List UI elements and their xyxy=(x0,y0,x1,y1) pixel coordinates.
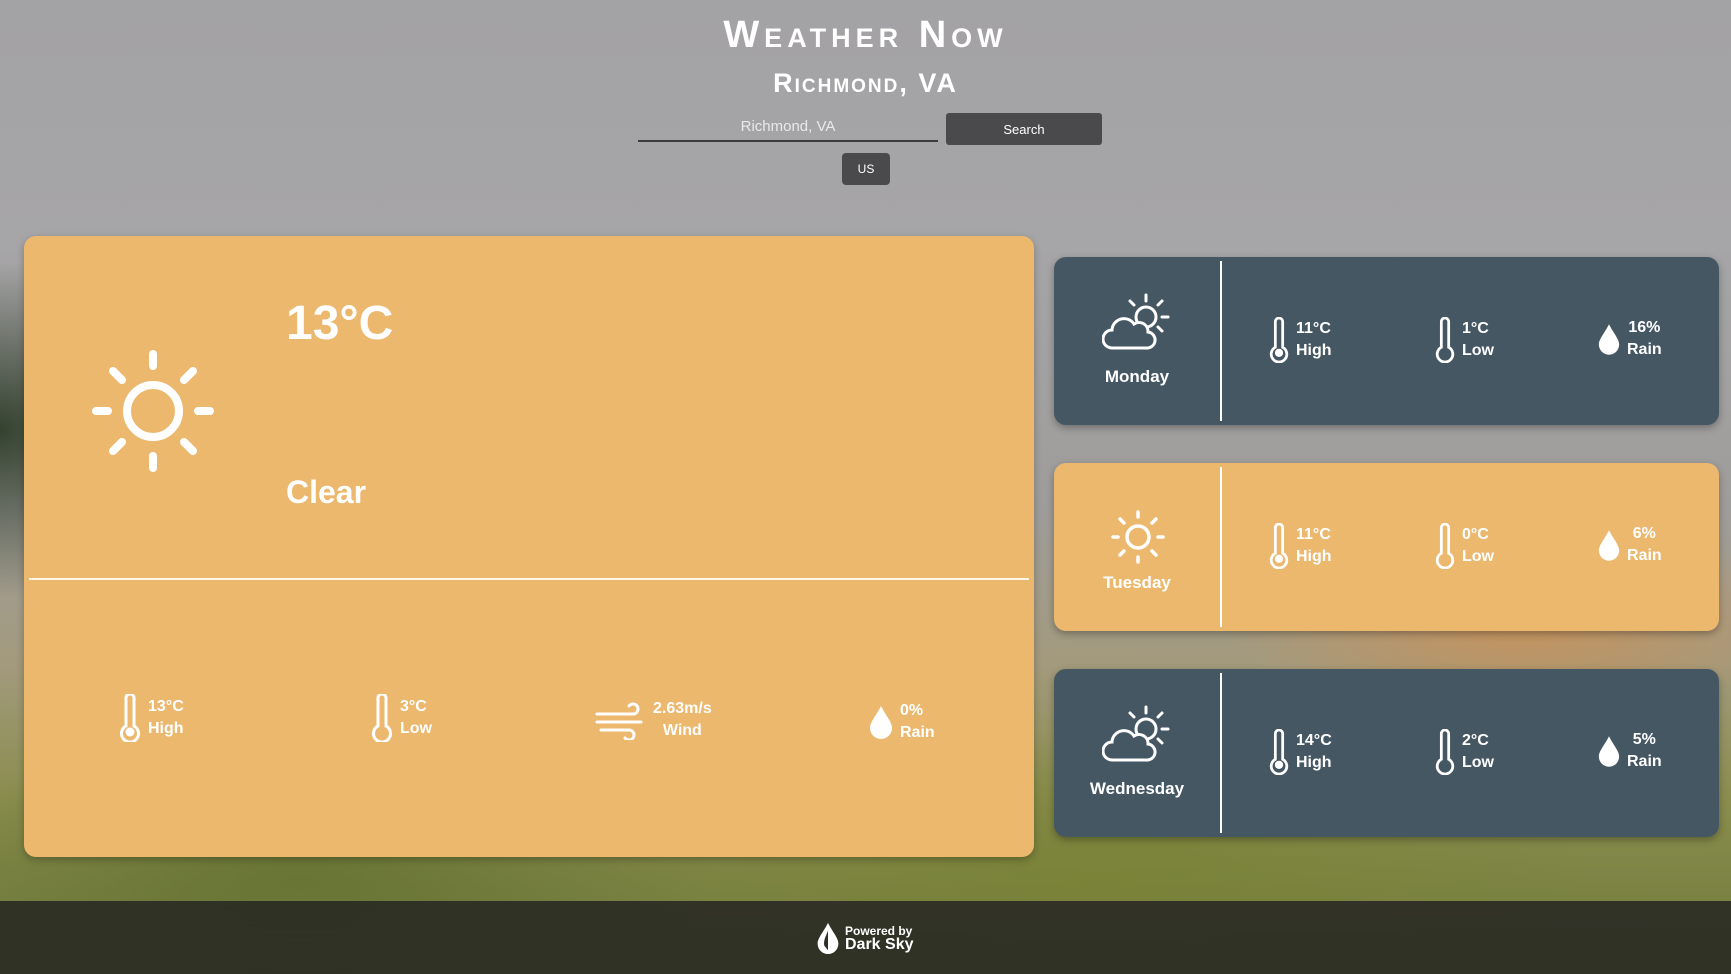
forecast-rain: 16% Rain xyxy=(1597,317,1662,361)
rain-label: Rain xyxy=(1627,341,1662,358)
wind-value: 2.63m/s xyxy=(653,700,712,717)
rain-value: 16% xyxy=(1628,319,1661,336)
forecast-day: Tuesday xyxy=(1103,573,1171,592)
raindrop-icon xyxy=(1598,736,1620,767)
current-temperature: 13°C xyxy=(286,297,394,350)
forecast-high: 14°C High xyxy=(1268,729,1332,775)
dark-sky-logo-icon xyxy=(817,922,839,955)
thermometer-icon xyxy=(372,694,392,742)
high-value: 11°C xyxy=(1296,320,1331,337)
partly-cloudy-icon xyxy=(1102,705,1170,762)
rain-value: 0% xyxy=(900,702,924,719)
forecast-low: 0°C Low xyxy=(1434,523,1494,569)
high-value: 11°C xyxy=(1296,526,1331,543)
forecast-rain: 5% Rain xyxy=(1597,729,1662,773)
thermometer-icon xyxy=(1435,729,1455,775)
forecast-card-monday: Monday 11°C High 1°C Low 16% Rain xyxy=(1054,257,1719,425)
rain-value: 5% xyxy=(1632,731,1656,748)
sun-icon xyxy=(92,350,214,472)
thermometer-icon xyxy=(120,694,140,742)
raindrop-icon xyxy=(870,706,892,739)
current-weather-card: 13°C Clear 13°C High 3°C Low 2.63m/s Win… xyxy=(24,236,1034,857)
low-label: Low xyxy=(1462,342,1494,359)
rain-label: Rain xyxy=(1627,753,1662,770)
forecast-day: Monday xyxy=(1104,367,1170,386)
forecast-low: 1°C Low xyxy=(1434,317,1494,363)
divider xyxy=(1220,261,1222,421)
current-summary: Clear xyxy=(286,474,367,510)
low-value: 2°C xyxy=(1462,732,1489,749)
forecast-low: 2°C Low xyxy=(1434,729,1494,775)
high-value: 14°C xyxy=(1296,732,1332,749)
current-low: 3°C Low xyxy=(370,694,432,742)
low-value: 3°C xyxy=(400,698,427,715)
search-button[interactable]: Search xyxy=(946,113,1102,145)
current-wind: 2.63m/s Wind xyxy=(595,698,712,742)
current-rain: 0% Rain xyxy=(868,700,935,744)
rain-value: 6% xyxy=(1632,525,1656,542)
thermometer-icon xyxy=(1435,317,1455,363)
forecast-card-tuesday: Tuesday 11°C High 0°C Low 6% Rain xyxy=(1054,463,1719,631)
high-value: 13°C xyxy=(148,698,184,715)
low-value: 0°C xyxy=(1462,526,1489,543)
low-label: Low xyxy=(1462,754,1494,771)
divider xyxy=(1220,467,1222,627)
high-label: High xyxy=(1296,548,1332,565)
forecast-high: 11°C High xyxy=(1268,317,1332,363)
thermometer-icon xyxy=(1435,523,1455,569)
low-label: Low xyxy=(400,720,432,737)
thermometer-icon xyxy=(1269,523,1289,569)
raindrop-icon xyxy=(1598,324,1620,355)
app-title: Weather Now xyxy=(723,14,1008,56)
rain-label: Rain xyxy=(900,724,935,741)
wind-icon xyxy=(595,702,643,740)
thermometer-icon xyxy=(1269,317,1289,363)
forecast-high: 11°C High xyxy=(1268,523,1332,569)
raindrop-icon xyxy=(1598,530,1620,561)
wind-label: Wind xyxy=(662,722,702,739)
current-high: 13°C High xyxy=(118,694,184,742)
high-label: High xyxy=(148,720,184,737)
sun-icon xyxy=(1111,510,1165,564)
search-input[interactable] xyxy=(638,112,938,142)
powered-by-dark-sky-link[interactable]: Powered by Dark Sky xyxy=(815,921,914,955)
partly-cloudy-icon xyxy=(1102,293,1170,350)
low-value: 1°C xyxy=(1462,320,1489,337)
location-title: Richmond, VA xyxy=(773,68,958,98)
high-label: High xyxy=(1296,342,1332,359)
high-label: High xyxy=(1296,754,1332,771)
divider xyxy=(1220,673,1222,833)
forecast-day: Wednesday xyxy=(1089,779,1185,798)
forecast-rain: 6% Rain xyxy=(1597,523,1662,567)
low-label: Low xyxy=(1462,548,1494,565)
rain-label: Rain xyxy=(1627,547,1662,564)
units-toggle-button[interactable]: US xyxy=(842,153,890,185)
footer: Powered by Dark Sky xyxy=(0,901,1731,974)
forecast-card-wednesday: Wednesday 14°C High 2°C Low 5% Rain xyxy=(1054,669,1719,837)
thermometer-icon xyxy=(1269,729,1289,775)
divider xyxy=(29,578,1029,580)
dark-sky-brand: Dark Sky xyxy=(845,936,914,953)
